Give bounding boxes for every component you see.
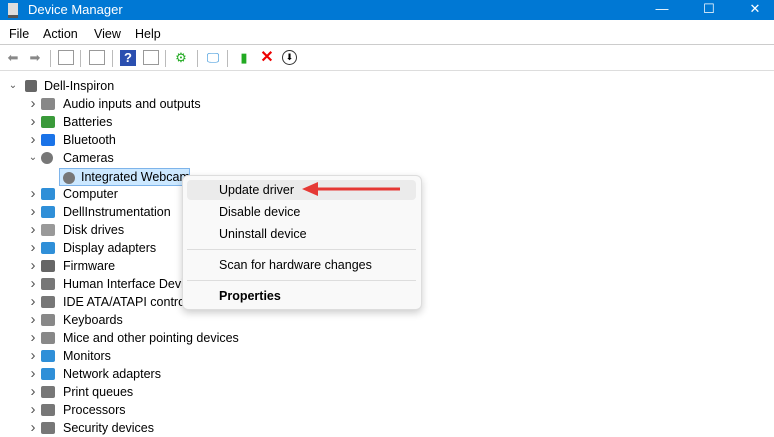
tree-item-label: Processors	[63, 403, 126, 417]
chevron-right-icon[interactable]: ›	[28, 311, 38, 329]
device-category-icon	[41, 350, 55, 362]
tree-item-label: Print queues	[63, 385, 134, 399]
tree-item-label: Firmware	[63, 259, 116, 273]
device-category-icon	[41, 98, 55, 110]
device-category-icon	[41, 242, 55, 254]
menu-disable-device[interactable]: Disable device	[187, 202, 416, 222]
chevron-right-icon[interactable]: ›	[28, 401, 38, 419]
chevron-right-icon[interactable]: ›	[28, 113, 38, 131]
device-category-icon	[41, 188, 55, 200]
device-category-icon	[41, 368, 55, 380]
action-pane-icon[interactable]	[143, 50, 159, 65]
chevron-right-icon[interactable]: ›	[28, 365, 38, 383]
device-category-icon	[41, 332, 55, 344]
menu-file[interactable]: File	[9, 27, 29, 41]
device-category-icon	[41, 278, 55, 290]
red-arrow-annotation	[302, 182, 400, 196]
tree-item[interactable]: › Audio inputs and outputs	[28, 95, 528, 113]
toolbar: ⬅ ➡ ? ⚙ 🖵 ▮ ✕ ⬇	[0, 46, 774, 71]
tree-item-label: Mice and other pointing devices	[63, 331, 239, 345]
device-category-icon	[41, 404, 55, 416]
chevron-right-icon[interactable]: ›	[28, 131, 38, 149]
chevron-right-icon[interactable]: ›	[28, 185, 38, 203]
scan-hardware-icon[interactable]: 🖵	[205, 50, 221, 66]
back-icon[interactable]: ⬅	[5, 50, 21, 66]
device-category-icon	[41, 386, 55, 398]
menu-properties[interactable]: Properties	[187, 286, 416, 306]
device-category-icon	[41, 152, 53, 164]
tree-item-label: Cameras	[63, 151, 114, 165]
properties-icon[interactable]	[89, 50, 105, 65]
chevron-right-icon[interactable]: ›	[28, 329, 38, 347]
device-category-icon	[41, 206, 55, 218]
tree-item-label: Keyboards	[63, 313, 123, 327]
chevron-right-icon[interactable]: ›	[28, 239, 38, 257]
tree-item[interactable]: › Network adapters	[28, 365, 528, 383]
device-category-icon	[41, 224, 55, 236]
device-category-icon	[41, 116, 55, 128]
maximize-button[interactable]: ☐	[686, 0, 732, 20]
menu-scan-hardware[interactable]: Scan for hardware changes	[187, 255, 416, 275]
tree-item-label: Display adapters	[63, 241, 157, 255]
enable-device-icon[interactable]: ▮	[236, 50, 252, 66]
tree-item[interactable]: › Monitors	[28, 347, 528, 365]
tree-item[interactable]: › Batteries	[28, 113, 528, 131]
chevron-down-icon[interactable]: ⌄	[28, 149, 38, 167]
chevron-right-icon[interactable]: ›	[28, 419, 38, 437]
menu-view[interactable]: View	[94, 27, 121, 41]
tree-item-label: Batteries	[63, 115, 113, 129]
tree-item[interactable]: › Bluetooth	[28, 131, 528, 149]
chevron-right-icon[interactable]: ›	[28, 383, 38, 401]
tree-item[interactable]: › Print queues	[28, 383, 528, 401]
tree-item[interactable]: › Mice and other pointing devices	[28, 329, 528, 347]
menu-separator	[187, 249, 416, 250]
device-manager-icon	[8, 3, 18, 18]
tree-item[interactable]: › Keyboards	[28, 311, 528, 329]
tree-item-label: Audio inputs and outputs	[63, 97, 201, 111]
tree-item-label: Computer	[63, 187, 118, 201]
menu-action[interactable]: Action	[43, 27, 78, 41]
disable-icon[interactable]: ⬇	[282, 50, 297, 65]
menu-bar: File Action View Help	[0, 22, 774, 45]
menu-separator	[187, 280, 416, 281]
tree-item-label: DellInstrumentation	[63, 205, 171, 219]
device-category-icon	[41, 422, 55, 434]
chevron-right-icon[interactable]: ›	[28, 347, 38, 365]
tree-item-label: Network adapters	[63, 367, 161, 381]
forward-icon[interactable]: ➡	[27, 50, 43, 66]
chevron-right-icon[interactable]: ›	[28, 275, 38, 293]
window-title: Device Manager	[28, 2, 123, 17]
device-category-icon	[41, 314, 55, 326]
computer-root-icon	[25, 80, 37, 92]
tree-item-label: Integrated Webcam	[81, 170, 190, 184]
help-icon[interactable]: ?	[120, 50, 136, 66]
menu-uninstall-device[interactable]: Uninstall device	[187, 224, 416, 244]
chevron-right-icon[interactable]: ›	[28, 221, 38, 239]
device-category-icon	[41, 296, 55, 308]
device-category-icon	[63, 172, 75, 184]
device-category-icon	[41, 134, 55, 146]
tree-item-label: Bluetooth	[63, 133, 116, 147]
tree-item-label: Disk drives	[63, 223, 125, 237]
tree-root-label: Dell-Inspiron	[44, 79, 115, 93]
tree-item-label: Monitors	[63, 349, 111, 363]
tree-item[interactable]: ⌄ Cameras	[28, 149, 528, 167]
tree-item[interactable]: › Processors	[28, 401, 528, 419]
tree-item-selected[interactable]: Integrated Webcam	[59, 168, 190, 186]
update-driver-icon[interactable]: ⚙	[173, 50, 189, 66]
chevron-right-icon[interactable]: ›	[28, 257, 38, 275]
chevron-right-icon[interactable]: ›	[28, 293, 38, 311]
minimize-button[interactable]: —	[639, 0, 685, 20]
console-tree-icon[interactable]	[58, 50, 74, 65]
tree-item[interactable]: › Security devices	[28, 419, 528, 437]
menu-help[interactable]: Help	[135, 27, 161, 41]
tree-item-label: Security devices	[63, 421, 155, 435]
chevron-right-icon[interactable]: ›	[28, 203, 38, 221]
uninstall-icon[interactable]: ✕	[259, 50, 275, 66]
chevron-right-icon[interactable]: ›	[28, 95, 38, 113]
close-button[interactable]: ✕	[732, 0, 774, 20]
title-bar: Device Manager — ☐ ✕	[0, 0, 774, 20]
device-category-icon	[41, 260, 55, 272]
chevron-down-icon[interactable]: ⌄	[8, 77, 18, 95]
